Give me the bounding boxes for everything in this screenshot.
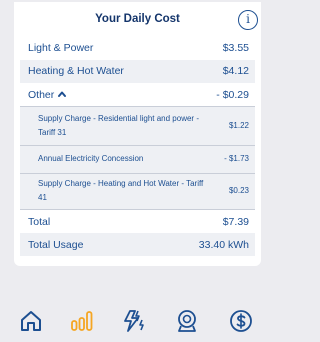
sub-item-value: $1.22 [228,121,249,130]
energy-bolt-icon [124,310,144,332]
row-value: $3.55 [222,42,249,54]
row-label: Heating & Hot Water [28,65,124,77]
daily-cost-card: Your Daily Cost i Light & Power $3.55 He… [14,2,261,266]
tab-meter[interactable] [174,308,200,334]
row-value: - $0.29 [216,89,249,101]
meter-icon [178,310,196,332]
total-row: Total $7.39 [20,210,255,233]
cost-row-other-toggle[interactable]: Other - $0.29 [20,83,255,106]
sub-item-label: Supply Charge - Residential light and po… [38,114,199,137]
chevron-up-icon [58,91,67,97]
card-header: Your Daily Cost i [14,2,261,37]
sub-item-label: Supply Charge - Heating and Hot Water - … [38,179,204,202]
home-icon [21,311,41,331]
cost-row-heating: Heating & Hot Water $4.12 [20,60,255,83]
card-title: Your Daily Cost [95,13,180,25]
other-label-text: Other [28,89,55,101]
info-icon[interactable]: i [238,10,258,30]
bottom-tab-bar [0,300,271,342]
sub-item-supply-charge-31: Supply Charge - Residential light and po… [20,107,255,145]
total-value: $7.39 [222,216,249,228]
total-label: Total [28,216,51,228]
bar-chart-icon [71,311,93,331]
cost-row-light-power: Light & Power $3.55 [20,37,255,60]
tab-energy[interactable] [121,308,147,334]
dollar-icon [230,310,252,332]
sub-item-label: Annual Electricity Concession [38,154,144,163]
total-usage-row: Total Usage 33.40 kWh [20,233,255,256]
tab-billing[interactable] [228,308,254,334]
sub-item-concession: Annual Electricity Concession - $1.73 [20,146,255,173]
sub-item-value: $0.23 [228,186,249,195]
sub-item-supply-charge-41: Supply Charge - Heating and Hot Water - … [20,174,255,209]
tab-home[interactable] [18,308,44,334]
total-usage-label: Total Usage [28,239,84,251]
total-usage-value: 33.40 kWh [198,239,249,251]
tab-usage[interactable] [69,308,95,334]
sub-item-value: - $1.73 [224,154,249,163]
row-label: Light & Power [28,42,94,54]
other-label: Other [28,89,67,101]
row-value: $4.12 [222,65,249,77]
